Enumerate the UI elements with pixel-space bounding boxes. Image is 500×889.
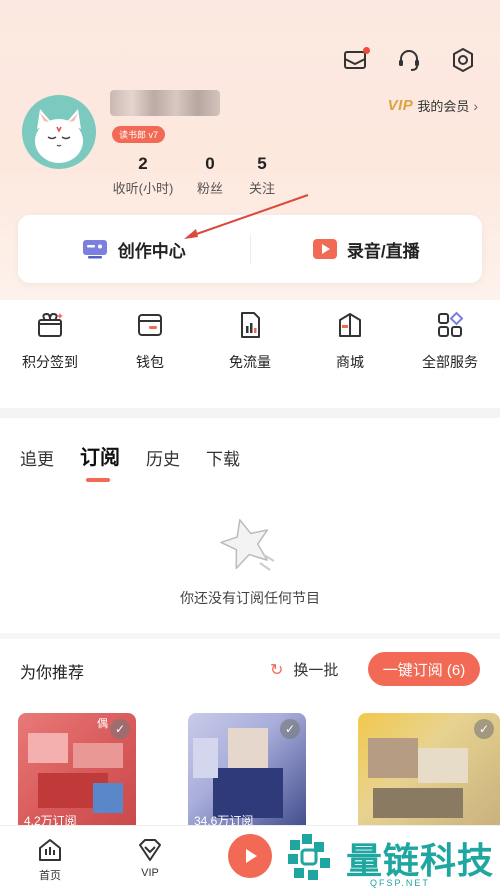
tab-subscriptions[interactable]: 订阅	[80, 441, 120, 482]
record-play-icon	[312, 239, 337, 259]
empty-star-icon	[220, 519, 275, 571]
avatar[interactable]	[22, 95, 96, 169]
stat-value: 0	[205, 154, 215, 173]
blurred-cover	[368, 738, 418, 778]
tab-downloads[interactable]: 下载	[206, 445, 240, 470]
service-all[interactable]: 全部服务	[400, 310, 500, 372]
nav-home[interactable]: 首页	[28, 836, 72, 883]
empty-state-message: 你还没有订阅任何节目	[180, 590, 320, 606]
stat-listen-hours[interactable]: 2 收听(小时)	[108, 154, 178, 197]
creator-center-icon	[82, 240, 107, 259]
stat-following[interactable]: 5 关注	[242, 154, 282, 197]
record-live-label: 录音/直播	[346, 241, 420, 261]
service-label: 钱包	[136, 354, 164, 370]
blurred-cover	[73, 743, 123, 768]
blurred-cover	[373, 788, 463, 818]
mail-icon[interactable]	[340, 45, 370, 75]
refresh-label: 换一批	[293, 662, 339, 679]
blurred-cover	[228, 728, 268, 768]
level-badge: 读书郎 v7	[112, 126, 166, 143]
watermark-logo-icon	[288, 834, 330, 880]
service-wallet[interactable]: 钱包	[100, 310, 200, 372]
tab-label: 订阅	[80, 447, 120, 469]
blurred-cover	[213, 768, 283, 818]
blurred-cover	[418, 748, 468, 783]
check-icon[interactable]: ✓	[280, 719, 300, 739]
check-icon[interactable]: ✓	[474, 719, 494, 739]
check-icon[interactable]: ✓	[110, 719, 130, 739]
service-label: 全部服务	[422, 354, 478, 370]
annotation-arrow	[184, 194, 309, 239]
stat-followers[interactable]: 0 粉丝	[178, 154, 242, 197]
subscribe-all-button[interactable]: 一键订阅 (6)	[368, 652, 480, 686]
stat-label: 收听(小时)	[112, 181, 174, 196]
recommend-card[interactable]: ✓ 34.6万订阅	[188, 713, 306, 833]
settings-icon[interactable]	[448, 45, 478, 75]
nav-label: 首页	[39, 870, 61, 882]
all-services-icon	[438, 311, 464, 337]
nav-label: VIP	[141, 867, 159, 879]
watermark-subtext: QFSP.NET	[370, 878, 430, 888]
profile-stats: 2 收听(小时) 0 粉丝 5 关注	[108, 154, 282, 197]
wallet-icon	[138, 314, 162, 336]
recommend-card[interactable]: 偶 ✓ 4.2万订阅	[18, 713, 136, 833]
recommend-title: 为你推荐	[20, 665, 85, 682]
recommend-card[interactable]: ✓	[358, 713, 500, 833]
play-icon	[246, 849, 257, 863]
my-membership-label: 我的会员	[417, 99, 470, 114]
top-icon-bar	[340, 45, 478, 75]
service-sign-in[interactable]: 积分签到	[0, 310, 100, 372]
tab-history[interactable]: 历史	[146, 445, 180, 470]
stat-value: 5	[257, 154, 267, 173]
recommend-cards: 偶 ✓ 4.2万订阅 ✓ 34.6万订阅 ✓	[18, 713, 500, 833]
play-button[interactable]	[228, 834, 272, 878]
vip-logo: VIP	[387, 97, 414, 114]
tab-follow-updates[interactable]: 追更	[20, 445, 54, 470]
section-divider	[0, 408, 500, 418]
services-grid: 积分签到 钱包 免流量 商城 全部服务	[0, 310, 500, 372]
refresh-batch-button[interactable]: ↻ 换一批	[270, 659, 338, 680]
home-icon	[39, 839, 61, 861]
service-label: 商城	[336, 354, 364, 370]
card-tag: 偶	[97, 718, 108, 730]
refresh-icon: ↻	[270, 661, 284, 679]
creator-center-label: 创作中心	[117, 241, 186, 261]
headset-icon[interactable]	[394, 45, 424, 75]
library-tabs: 追更 订阅 历史 下载	[20, 441, 240, 482]
nav-vip[interactable]: VIP	[128, 836, 172, 879]
blurred-cover	[193, 738, 218, 778]
blurred-cover	[93, 783, 123, 813]
blurred-cover	[28, 733, 68, 763]
tab-active-indicator	[86, 478, 110, 482]
service-free-data[interactable]: 免流量	[200, 310, 300, 372]
gift-sign-icon	[38, 312, 63, 337]
stat-value: 2	[138, 154, 148, 173]
data-sim-icon	[241, 312, 260, 338]
service-label: 免流量	[229, 354, 271, 370]
watermark-text: 量链科技	[346, 840, 495, 881]
service-shop[interactable]: 商城	[300, 310, 400, 372]
chevron-right-icon: ›	[473, 97, 478, 114]
service-label: 积分签到	[22, 354, 78, 370]
section-divider	[0, 633, 500, 639]
watermark: 量链科技 QFSP.NET	[284, 828, 500, 888]
my-membership-link[interactable]: VIP 我的会员 ›	[388, 96, 478, 115]
shop-icon	[339, 313, 361, 337]
username-blurred	[110, 90, 220, 116]
vip-diamond-icon	[139, 839, 161, 861]
unread-dot	[363, 47, 370, 54]
